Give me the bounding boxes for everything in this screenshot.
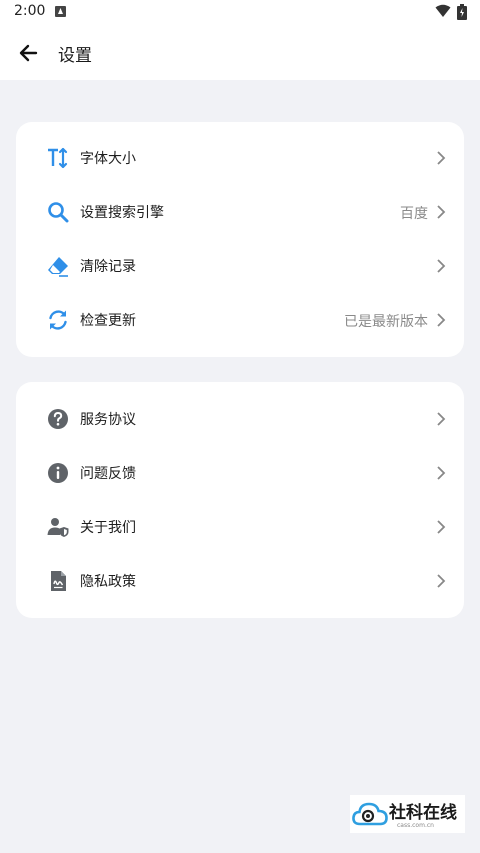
chevron-right-icon — [437, 412, 446, 426]
page-title: 设置 — [58, 46, 92, 66]
setting-row-clear-history[interactable]: 清除记录 — [16, 239, 464, 293]
chevron-right-icon — [437, 205, 446, 219]
setting-label: 隐私政策 — [80, 574, 136, 590]
setting-row-search-engine[interactable]: 设置搜索引擎 百度 — [16, 185, 464, 239]
setting-label: 服务协议 — [80, 412, 136, 428]
user-shield-icon — [47, 518, 69, 537]
refresh-icon — [49, 310, 67, 330]
settings-group-general: 字体大小 设置搜索引擎 百度 清除记录 检查更新 已是最新版本 — [16, 122, 464, 357]
chevron-right-icon — [437, 466, 446, 480]
status-time: 2:00 — [14, 3, 46, 19]
chevron-right-icon — [437, 259, 446, 273]
setting-label: 问题反馈 — [80, 466, 136, 482]
setting-row-font-size[interactable]: 字体大小 — [16, 131, 464, 185]
search-icon — [48, 202, 69, 223]
chevron-right-icon — [437, 313, 446, 327]
watermark-subtext: cass.com.cn — [397, 822, 434, 829]
wifi-icon — [435, 4, 451, 17]
text-size-icon — [48, 147, 68, 169]
watermark-text: 社科在线 — [389, 803, 457, 823]
setting-label: 清除记录 — [80, 259, 136, 275]
setting-row-check-update[interactable]: 检查更新 已是最新版本 — [16, 293, 464, 347]
setting-label: 检查更新 — [80, 313, 136, 329]
setting-value: 已是最新版本 — [344, 314, 428, 330]
setting-value: 百度 — [400, 206, 428, 222]
eraser-icon — [48, 257, 68, 277]
question-icon — [48, 409, 68, 429]
battery-icon — [457, 4, 467, 20]
chevron-right-icon — [437, 151, 446, 165]
settings-group-about: 服务协议 问题反馈 关于我们 隐私政策 — [16, 382, 464, 618]
chevron-right-icon — [437, 574, 446, 588]
document-icon — [51, 571, 66, 591]
back-arrow-icon[interactable] — [16, 40, 42, 66]
notification-icon — [55, 6, 66, 17]
setting-row-feedback[interactable]: 问题反馈 — [16, 446, 464, 500]
status-bar: 2:00 — [0, 0, 480, 26]
chevron-right-icon — [437, 520, 446, 534]
setting-label: 字体大小 — [80, 151, 136, 167]
cloud-logo-icon — [352, 802, 388, 826]
info-icon — [48, 463, 68, 483]
setting-label: 关于我们 — [80, 520, 136, 536]
setting-row-about-us[interactable]: 关于我们 — [16, 500, 464, 554]
app-bar: 设置 — [0, 26, 480, 80]
setting-row-service-agreement[interactable]: 服务协议 — [16, 392, 464, 446]
setting-row-privacy-policy[interactable]: 隐私政策 — [16, 554, 464, 608]
setting-label: 设置搜索引擎 — [80, 205, 164, 221]
watermark-logo: 社科在线 cass.com.cn — [350, 795, 465, 833]
